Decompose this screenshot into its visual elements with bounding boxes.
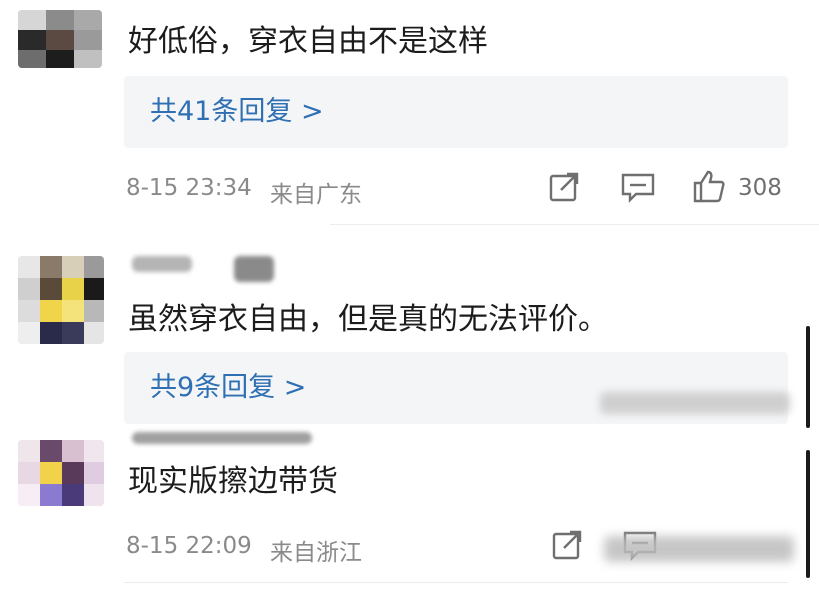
like-count: 308	[738, 175, 782, 201]
badge-blurred	[234, 256, 274, 282]
scrollbar[interactable]	[806, 450, 810, 578]
share-icon[interactable]	[550, 528, 584, 562]
comment-text: 现实版擦边带货	[128, 464, 338, 499]
avatar[interactable]	[18, 440, 104, 506]
comment-text: 好低俗，穿衣自由不是这样	[128, 24, 488, 59]
comment-location: 来自广东	[270, 182, 362, 208]
comment-time: 8-15 22:09	[126, 533, 252, 559]
divider	[124, 582, 788, 583]
share-icon[interactable]	[547, 170, 581, 204]
view-replies-link[interactable]: 共41条回复 >	[124, 76, 788, 148]
comment-icon[interactable]	[620, 170, 656, 204]
comment-location: 来自浙江	[270, 540, 362, 566]
divider	[330, 224, 819, 225]
avatar[interactable]	[18, 256, 104, 344]
blurred-overlay	[600, 392, 790, 414]
comment-text: 虽然穿衣自由，但是真的无法评价。	[128, 302, 608, 337]
blurred-overlay	[604, 536, 794, 562]
like-icon[interactable]	[692, 168, 726, 204]
username-blurred	[132, 256, 192, 272]
reply-box[interactable]: 共41条回复 >	[124, 76, 788, 148]
avatar[interactable]	[18, 10, 102, 68]
username-blurred	[132, 432, 312, 444]
comment-time: 8-15 23:34	[126, 175, 252, 201]
scrollbar[interactable]	[806, 326, 810, 428]
